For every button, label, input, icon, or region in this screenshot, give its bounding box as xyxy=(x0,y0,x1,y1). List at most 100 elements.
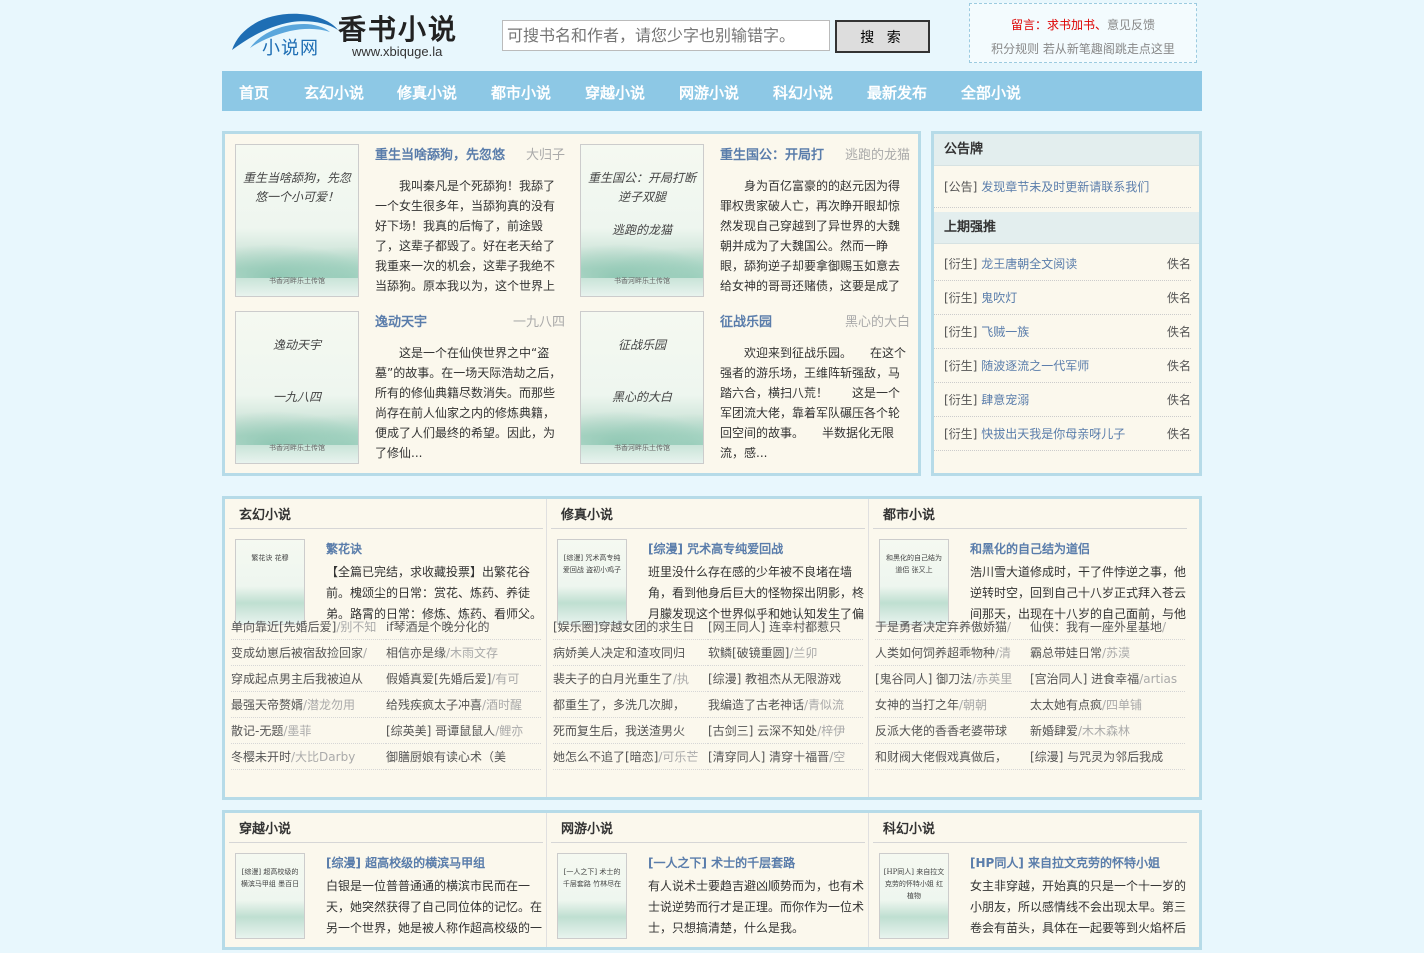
list-item[interactable]: 软鳞[破镜重圆]/兰卯 xyxy=(708,640,863,666)
book-cover[interactable]: 征战乐园 黑心的大白 书香河畔乐土传馆 xyxy=(580,311,704,464)
book-title[interactable]: [HP同人] 来自拉文克劳的怀特小姐 xyxy=(970,853,1190,875)
book-title[interactable]: 繁花诀 xyxy=(326,539,546,561)
list-item[interactable]: 相信亦是缘/木雨文存 xyxy=(386,640,541,666)
rank-title-link[interactable]: 龙王唐朝全文阅读 xyxy=(981,257,1077,271)
book-title[interactable]: [一人之下] 术士的千层套路 xyxy=(648,853,868,875)
list-book-title[interactable]: [古剑三] 云深不知处 xyxy=(708,724,817,738)
list-book-title[interactable]: 仙侠：我有一座外星基地 xyxy=(1030,620,1162,634)
search-input[interactable] xyxy=(502,20,830,51)
list-item[interactable]: 死而复生后，我送渣男火 xyxy=(553,718,708,744)
list-book-title[interactable]: 反派大佬的香香老婆带球 xyxy=(875,724,1007,738)
book-cover[interactable]: 和黑化的自己结为道侣 张又上 xyxy=(879,539,949,625)
list-book-title[interactable]: 相信亦是缘 xyxy=(386,646,446,660)
list-book-title[interactable]: 单向靠近[先婚后爱] xyxy=(231,620,336,634)
list-item[interactable]: 给残疾疯太子冲喜/酒时醒 xyxy=(386,692,541,718)
book-cover[interactable]: [综漫] 咒术高专纯爱回战 盗初小鸡子 xyxy=(557,539,627,625)
list-item[interactable]: 仙侠：我有一座外星基地/ xyxy=(1030,614,1185,640)
book-cover[interactable]: [综漫] 超高校级的横滨马甲组 墨百日 xyxy=(235,853,305,939)
book-cover[interactable]: 重生国公：开局打断逆子双腿 逃跑的龙猫 书香河畔乐土传馆 xyxy=(580,144,704,297)
list-book-title[interactable]: [综英美] 哥谭鼠鼠人 xyxy=(386,724,495,738)
list-item[interactable]: 女神的当打之年/朝朝 xyxy=(875,692,1030,718)
list-book-title[interactable]: 死而复生后，我送渣男火 xyxy=(553,724,685,738)
list-book-title[interactable]: 新婚肆爱 xyxy=(1030,724,1078,738)
list-item[interactable]: 都重生了，多洗几次脚， xyxy=(553,692,708,718)
list-item[interactable]: [综漫] 与咒灵为邻后我成 xyxy=(1030,744,1185,770)
rank-item[interactable]: [衍生] 随波逐流之一代军师 佚名 xyxy=(934,349,1191,383)
category-title[interactable]: 玄幻小说 xyxy=(229,499,543,529)
list-book-title[interactable]: if琴酒是个晚分化的 xyxy=(386,620,490,634)
book-title[interactable]: [综漫] 超高校级的横滨马甲组 xyxy=(326,853,546,875)
list-book-title[interactable]: [鬼谷同人] 御刀法 xyxy=(875,672,972,686)
rank-item[interactable]: [衍生] 龙王唐朝全文阅读 佚名 xyxy=(934,247,1191,281)
rank-title-link[interactable]: 随波逐流之一代军师 xyxy=(981,359,1089,373)
list-book-title[interactable]: 和财阀大佬假戏真做后， xyxy=(875,750,1007,764)
site-logo[interactable]: 小说网 香书小说 www.xbiquge.la xyxy=(230,6,465,59)
list-book-title[interactable]: 假婚真爱[先婚后爱] xyxy=(386,672,491,686)
list-book-title[interactable]: 最强天帝赘婿 xyxy=(231,698,303,712)
list-book-title[interactable]: 霸总带娃日常 xyxy=(1030,646,1102,660)
list-item[interactable]: 病娇美人决定和渣攻同归 xyxy=(553,640,708,666)
list-item[interactable]: 反派大佬的香香老婆带球 xyxy=(875,718,1030,744)
list-item[interactable]: 假婚真爱[先婚后爱]/有可 xyxy=(386,666,541,692)
nav-kehuan[interactable]: 科幻小说 xyxy=(773,71,833,115)
list-item[interactable]: 裴夫子的白月光重生了/执 xyxy=(553,666,708,692)
list-item[interactable]: [娱乐圈]穿越女团的求生日 xyxy=(553,614,708,640)
list-book-title[interactable]: [清穿同人] 清穿十福晋 xyxy=(708,750,829,764)
category-title[interactable]: 科幻小说 xyxy=(873,813,1187,843)
list-item[interactable]: if琴酒是个晚分化的 xyxy=(386,614,541,640)
list-book-title[interactable]: 穿成起点男主后我被迫从 xyxy=(231,672,363,686)
category-title[interactable]: 网游小说 xyxy=(551,813,865,843)
nav-wangyou[interactable]: 网游小说 xyxy=(679,71,739,115)
book-cover[interactable]: [一人之下] 术士的千层套路 竹林尽在 xyxy=(557,853,627,939)
rank-item[interactable]: [衍生] 肆意宠溺 佚名 xyxy=(934,383,1191,417)
book-cover[interactable]: [HP同人] 来自拉文克劳的怀特小姐 红植物 xyxy=(879,853,949,939)
search-button[interactable]: 搜 索 xyxy=(835,20,930,53)
list-item[interactable]: [鬼谷同人] 御刀法/赤英里 xyxy=(875,666,1030,692)
book-cover[interactable]: 繁花诀 花穆 xyxy=(235,539,305,625)
nav-xiuzhen[interactable]: 修真小说 xyxy=(397,71,457,115)
list-item[interactable]: 冬樱未开时/大比Darby xyxy=(231,744,386,770)
nav-dushi[interactable]: 都市小说 xyxy=(491,71,551,115)
list-book-title[interactable]: 散记-无题 xyxy=(231,724,283,738)
list-item[interactable]: 单向靠近[先婚后爱]/别不知 xyxy=(231,614,386,640)
list-book-title[interactable]: 病娇美人决定和渣攻同归 xyxy=(553,646,685,660)
list-book-title[interactable]: 都重生了，多洗几次脚， xyxy=(553,698,685,712)
list-item[interactable]: 御膳厨娘有读心术（美 xyxy=(386,744,541,770)
rank-title-link[interactable]: 飞贼一族 xyxy=(981,325,1029,339)
list-item[interactable]: 和财阀大佬假戏真做后， xyxy=(875,744,1030,770)
list-item[interactable]: [综英美] 哥谭鼠鼠人/鲤亦 xyxy=(386,718,541,744)
list-item[interactable]: 于是勇者决定弃养傲娇猫/ xyxy=(875,614,1030,640)
category-title[interactable]: 穿越小说 xyxy=(229,813,543,843)
rank-title-link[interactable]: 鬼吹灯 xyxy=(981,291,1017,305)
list-book-title[interactable]: [综漫] 教祖杰从无限游戏 xyxy=(708,672,841,686)
list-item[interactable]: 太太她有点疯/四单铺 xyxy=(1030,692,1185,718)
list-item[interactable]: [综漫] 教祖杰从无限游戏 xyxy=(708,666,863,692)
notice-item[interactable]: [公告] 发现章节未及时更新请联系我们 xyxy=(934,166,1191,208)
list-book-title[interactable]: 女神的当打之年 xyxy=(875,698,959,712)
list-item[interactable]: 变成幼崽后被宿敌捡回家/ xyxy=(231,640,386,666)
guestbook-link[interactable]: 留言：求书加书、 xyxy=(1011,18,1107,32)
list-item[interactable]: 她怎么不追了[暗恋]/可乐芒 xyxy=(553,744,708,770)
list-book-title[interactable]: [娱乐圈]穿越女团的求生日 xyxy=(553,620,694,634)
rank-title-link[interactable]: 快拔出天我是你母亲呀儿子 xyxy=(981,427,1125,441)
list-book-title[interactable]: 给残疾疯太子冲喜 xyxy=(386,698,482,712)
book-cover[interactable]: 逸动天宇 一九八四 书香河畔乐土传馆 xyxy=(235,311,359,464)
list-book-title[interactable]: 太太她有点疯 xyxy=(1030,698,1102,712)
list-item[interactable]: 穿成起点男主后我被迫从 xyxy=(231,666,386,692)
book-title[interactable]: [综漫] 咒术高专纯爱回战 xyxy=(648,539,868,561)
nav-chuanyue[interactable]: 穿越小说 xyxy=(585,71,645,115)
feedback-link[interactable]: 意见反馈 xyxy=(1107,18,1155,32)
list-book-title[interactable]: 她怎么不追了[暗恋] xyxy=(553,750,658,764)
list-book-title[interactable]: [网王同人] 连幸村都惹只 xyxy=(708,620,841,634)
list-book-title[interactable]: 裴夫子的白月光重生了 xyxy=(553,672,673,686)
rank-item[interactable]: [衍生] 飞贼一族 佚名 xyxy=(934,315,1191,349)
list-item[interactable]: [清穿同人] 清穿十福晋/空 xyxy=(708,744,863,770)
list-item[interactable]: 人类如何饲养超乖物种/清 xyxy=(875,640,1030,666)
list-item[interactable]: 新婚肆爱/木木森林 xyxy=(1030,718,1185,744)
list-book-title[interactable]: 软鳞[破镜重圆] xyxy=(708,646,789,660)
list-item[interactable]: 散记-无题/墨菲 xyxy=(231,718,386,744)
nav-all[interactable]: 全部小说 xyxy=(961,71,1021,115)
book-cover[interactable]: 重生当啥舔狗，先忽悠一个小可爱！ 书香河畔乐土传馆 xyxy=(235,144,359,297)
nav-xuanhuan[interactable]: 玄幻小说 xyxy=(304,71,364,115)
list-book-title[interactable]: 我编造了古老神话 xyxy=(708,698,804,712)
